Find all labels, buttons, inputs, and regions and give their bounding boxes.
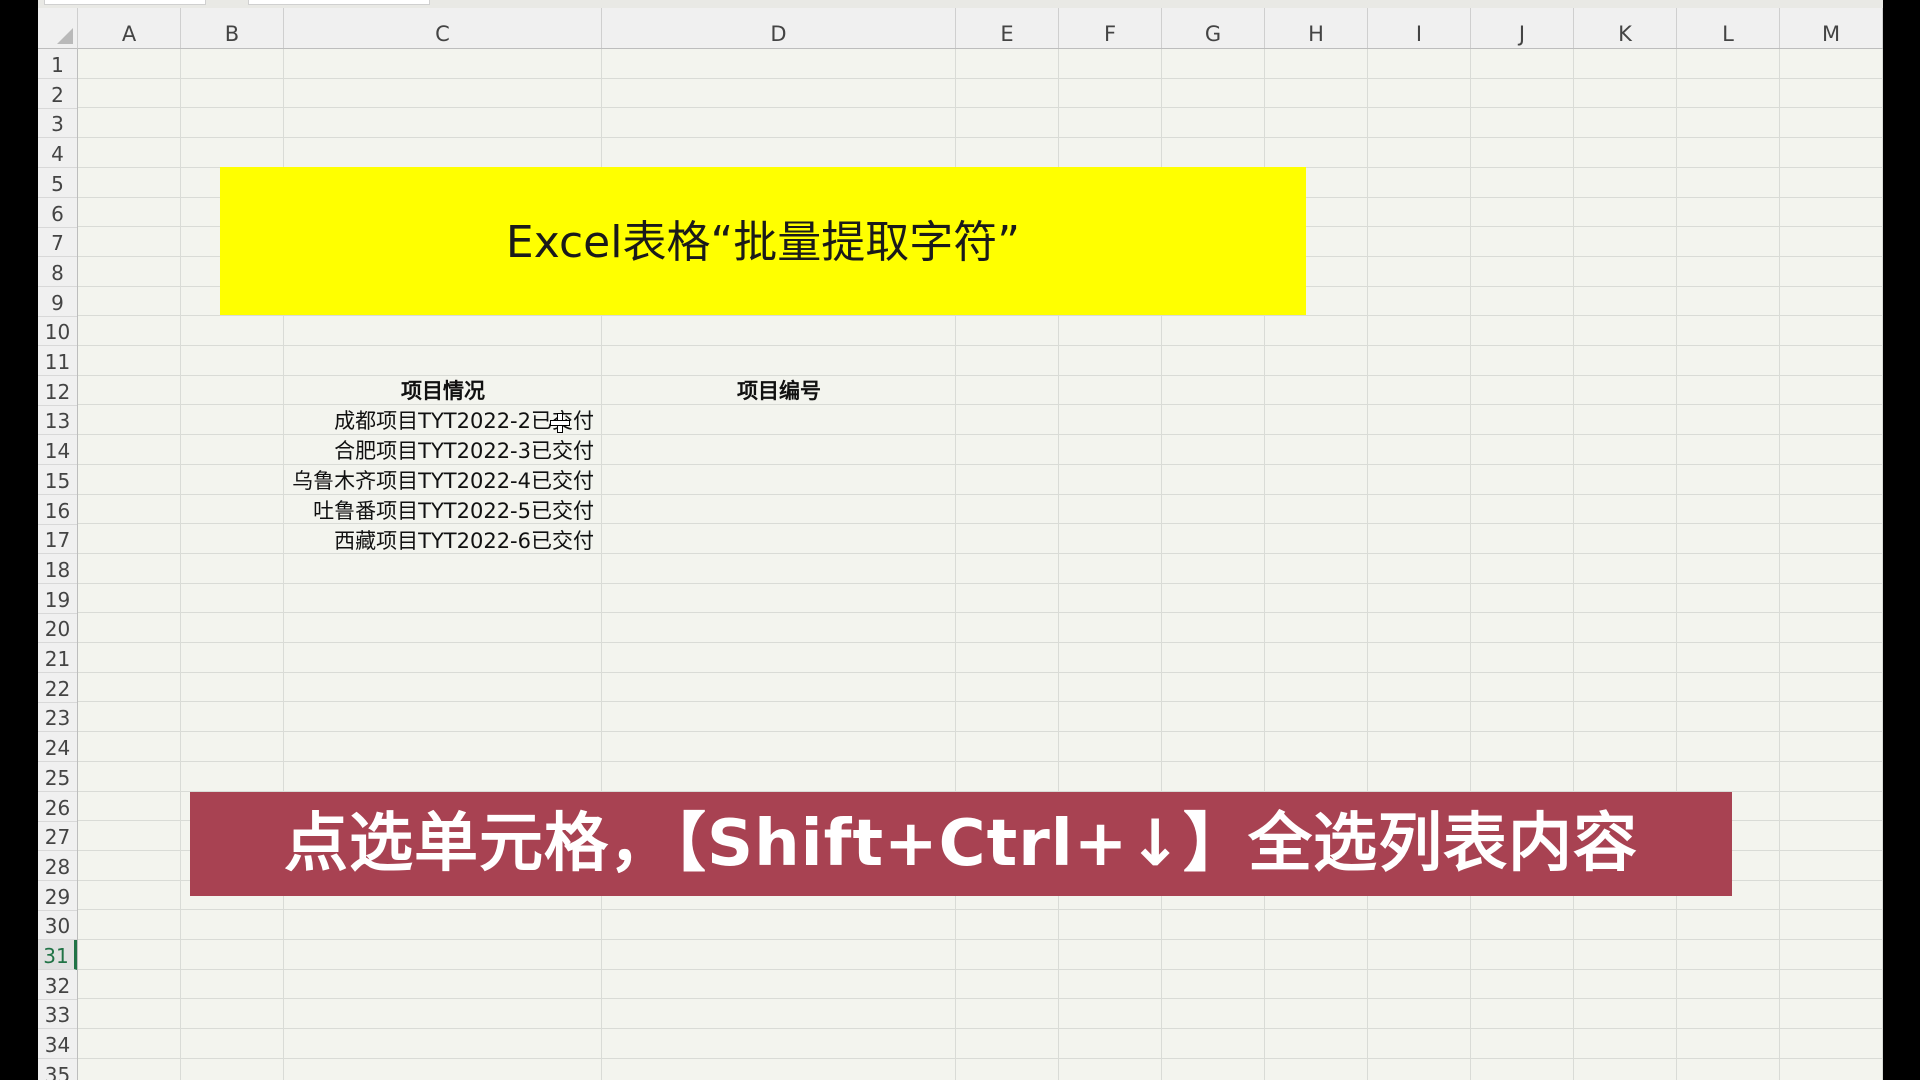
row-header-22[interactable]: 22 [38, 673, 77, 703]
row-header-bar: 1 2 3 4 5 6 7 8 9 10 11 12 13 14 15 16 17 18 19 20 21 22 23 24 2… [38, 49, 78, 1080]
project-cell[interactable]: 西藏项目TYT2022-6已交付 [284, 526, 594, 556]
row-header-20[interactable]: 20 [38, 613, 77, 644]
caption-text: 点选单元格，【Shift+Ctrl+↓】全选列表内容 [284, 807, 1638, 881]
grid-line [78, 642, 1883, 643]
row-header-15[interactable]: 15 [38, 465, 77, 495]
row-header-10[interactable]: 10 [38, 316, 77, 347]
column-header-f[interactable]: F [1059, 8, 1162, 48]
row-header-17[interactable]: 17 [38, 524, 77, 555]
row-header-2[interactable]: 2 [38, 79, 77, 109]
project-cell[interactable]: 吐鲁番项目TYT2022-5已交付 [284, 496, 594, 526]
grid-line [78, 760, 1883, 762]
row-header-29[interactable]: 29 [38, 881, 77, 911]
column-header-l[interactable]: L [1677, 8, 1780, 48]
row-header-3[interactable]: 3 [38, 108, 77, 139]
grid-line [78, 998, 1883, 1000]
row-header-11[interactable]: 11 [38, 346, 77, 376]
right-edge [1883, 0, 1920, 1080]
column-header-c[interactable]: C [284, 8, 602, 48]
tutorial-caption: 点选单元格，【Shift+Ctrl+↓】全选列表内容 [190, 792, 1732, 896]
grid-line [78, 731, 1883, 733]
row-header-25[interactable]: 25 [38, 762, 77, 792]
grid-line [78, 612, 1883, 614]
column-header-m[interactable]: M [1780, 8, 1883, 48]
column-header-i[interactable]: I [1368, 8, 1471, 48]
row-header-21[interactable]: 21 [38, 643, 77, 673]
grid-line [78, 77, 1883, 79]
row-header-27[interactable]: 27 [38, 821, 77, 852]
row-header-16[interactable]: 16 [38, 495, 77, 525]
grid-line [78, 909, 1883, 911]
column-header-j[interactable]: J [1471, 8, 1574, 48]
row-header-18[interactable]: 18 [38, 554, 77, 584]
column-header-k[interactable]: K [1574, 8, 1677, 48]
grid-line [78, 939, 1883, 940]
select-all-corner[interactable] [38, 8, 78, 49]
row-header-6[interactable]: 6 [38, 198, 77, 228]
column-header-d[interactable]: D [602, 8, 956, 48]
row-header-13[interactable]: 13 [38, 405, 77, 436]
column-header-e[interactable]: E [956, 8, 1059, 48]
row-header-19[interactable]: 19 [38, 584, 77, 614]
row-header-5[interactable]: 5 [38, 168, 77, 198]
grid-line [78, 345, 1883, 346]
grid-line [78, 582, 1883, 584]
sheet-title: Excel表格“批量提取字符” [505, 217, 1021, 268]
column-header-b[interactable]: B [181, 8, 284, 48]
top-tab[interactable] [248, 0, 430, 5]
grid-line [78, 315, 1883, 317]
grid-line [78, 968, 1883, 970]
grid-line [78, 671, 1883, 673]
cell-cursor-icon [550, 413, 570, 433]
row-header-28[interactable]: 28 [38, 851, 77, 881]
column-header-bar: A B C D E F G H I J K L M [78, 8, 1883, 49]
row-header-4[interactable]: 4 [38, 138, 77, 169]
header-project-status[interactable]: 项目情况 [284, 376, 602, 406]
row-header-12[interactable]: 12 [38, 376, 77, 406]
project-cell[interactable]: 乌鲁木齐项目TYT2022-4已交付 [284, 466, 594, 496]
spreadsheet-area: A B C D E F G H I J K L M 1 2 3 4 5 6 7 8 9 10 11 1… [38, 0, 1883, 1080]
select-all-icon [57, 28, 73, 44]
column-header-h[interactable]: H [1265, 8, 1368, 48]
row-header-34[interactable]: 34 [38, 1029, 77, 1060]
project-cell[interactable]: 合肥项目TYT2022-3已交付 [284, 436, 594, 466]
header-project-number[interactable]: 项目编号 [602, 376, 956, 406]
grid-line [78, 1057, 1883, 1059]
row-header-7[interactable]: 7 [38, 227, 77, 258]
title-banner[interactable]: Excel表格“批量提取字符” [220, 167, 1306, 315]
row-header-31[interactable]: 31 [38, 940, 77, 970]
row-header-9[interactable]: 9 [38, 287, 77, 317]
top-tab[interactable] [44, 0, 206, 5]
grid-line [78, 107, 1883, 109]
grid-line [78, 701, 1883, 703]
row-header-1[interactable]: 1 [38, 49, 77, 79]
column-header-g[interactable]: G [1162, 8, 1265, 48]
row-header-33[interactable]: 33 [38, 999, 77, 1030]
row-header-35[interactable]: 35 [38, 1059, 77, 1080]
row-header-24[interactable]: 24 [38, 732, 77, 763]
row-header-23[interactable]: 23 [38, 702, 77, 733]
project-cell[interactable]: 成都项目TYT2022-2已交付 [284, 406, 594, 436]
row-header-32[interactable]: 32 [38, 970, 77, 1000]
row-header-26[interactable]: 26 [38, 792, 77, 822]
row-header-30[interactable]: 30 [38, 910, 77, 941]
grid-line [78, 137, 1883, 139]
grid-line [78, 1028, 1883, 1030]
column-header-a[interactable]: A [78, 8, 181, 48]
row-header-8[interactable]: 8 [38, 257, 77, 287]
row-header-14[interactable]: 14 [38, 435, 77, 466]
